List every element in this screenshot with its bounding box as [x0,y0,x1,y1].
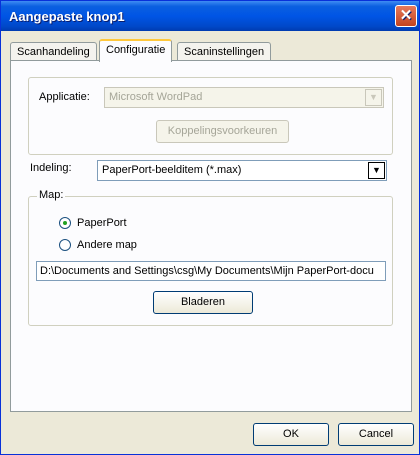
tab-scaninstellingen[interactable]: Scaninstellingen [177,42,272,61]
close-button[interactable]: ✕ [395,5,417,27]
koppelingsvoorkeuren-button[interactable]: Koppelingsvoorkeuren [156,120,289,143]
ok-button[interactable]: OK [253,423,329,446]
close-icon: ✕ [399,7,413,24]
radio-paperport[interactable]: PaperPort [59,217,127,230]
tab-configuratie[interactable]: Configuratie [99,39,173,62]
applicatie-label: Applicatie: [39,91,90,103]
configuratie-panel: Applicatie: Microsoft WordPad ▼ Koppelin… [10,60,412,412]
tab-scanhandeling[interactable]: Scanhandeling [10,42,97,61]
applicatie-combo[interactable]: Microsoft WordPad ▼ [104,87,384,108]
indeling-value: PaperPort-beelditem (*.max) [102,164,242,176]
window-title: Aangepaste knop1 [9,9,125,24]
applicatie-value: Microsoft WordPad [109,91,203,103]
indeling-combo[interactable]: PaperPort-beelditem (*.max) ▼ [97,160,387,181]
dialog-window: Aangepaste knop1 ✕ Scanhandeling Configu… [0,0,420,455]
radio-checked-icon [59,217,71,230]
title-bar: Aangepaste knop1 ✕ [1,1,419,31]
chevron-down-icon[interactable]: ▼ [365,89,382,106]
indeling-label: Indeling: [30,162,72,174]
bladeren-button[interactable]: Bladeren [153,291,253,314]
radio-andere-map[interactable]: Andere map [59,239,137,252]
cancel-button[interactable]: Cancel [338,423,414,446]
map-path-field[interactable]: D:\Documents and Settings\csg\My Documen… [36,261,386,281]
chevron-down-icon[interactable]: ▼ [368,162,385,179]
map-legend: Map: [37,189,66,201]
map-group: Map: PaperPort Andere map D:\Documents a… [28,189,393,326]
applicatie-group: Applicatie: Microsoft WordPad ▼ Koppelin… [28,77,393,155]
radio-andere-map-label: Andere map [77,239,137,251]
radio-paperport-label: PaperPort [77,217,127,229]
radio-unchecked-icon [59,239,71,252]
